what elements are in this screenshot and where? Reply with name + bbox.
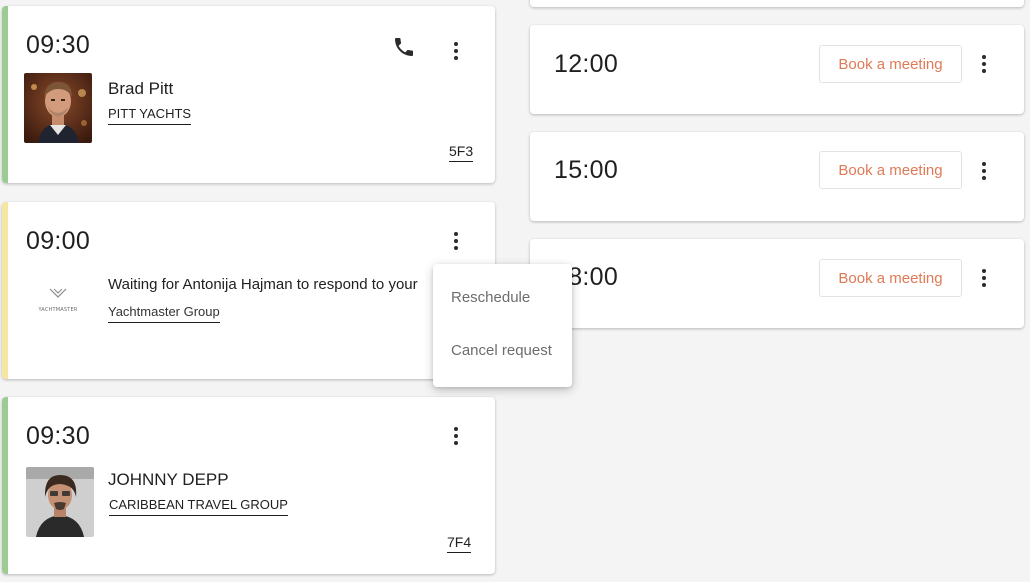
time-slot-card: 15:00 Book a meeting <box>530 132 1024 221</box>
context-menu: Reschedule Cancel request <box>433 264 572 387</box>
contact-name: Brad Pitt <box>108 79 174 98</box>
meeting-card-johnny-depp[interactable]: 09:30 JOHNNY DEPP CARIBBEAN TRAVEL GROUP… <box>2 397 495 574</box>
status-accent-bar <box>2 202 8 379</box>
message-suffix: to respond to your <box>292 276 418 293</box>
more-vert-icon[interactable] <box>972 52 996 76</box>
status-accent-bar <box>2 6 8 183</box>
message-person: Antonija Hajman <box>182 276 293 293</box>
contact-name: JOHNNY DEPP <box>108 470 229 489</box>
book-meeting-button[interactable]: Book a meeting <box>819 151 962 189</box>
meeting-time: 09:30 <box>26 31 91 59</box>
meeting-time: 09:00 <box>26 227 91 255</box>
slot-time: 12:00 <box>554 50 619 78</box>
company-logo: YACHTMASTER <box>32 287 84 317</box>
avatar-brad-pitt <box>24 73 92 143</box>
yacht-logo-icon <box>49 288 67 298</box>
menu-item-cancel-request[interactable]: Cancel request <box>433 330 572 370</box>
pending-message: Waiting for Antonija Hajman to respond t… <box>108 276 430 293</box>
company-link[interactable]: Yachtmaster Group <box>108 304 220 323</box>
meeting-code[interactable]: 5F3 <box>449 143 474 162</box>
more-vert-icon[interactable] <box>444 229 468 253</box>
message-prefix: Waiting for <box>108 276 183 293</box>
more-vert-icon[interactable] <box>444 424 468 448</box>
time-slot-card: 18:00 Book a meeting <box>530 239 1024 328</box>
more-vert-icon[interactable] <box>972 159 996 183</box>
time-slot-card: 12:00 Book a meeting <box>530 25 1024 114</box>
slot-time: 15:00 <box>554 156 619 184</box>
meeting-code[interactable]: 7F4 <box>447 534 472 553</box>
book-meeting-button[interactable]: Book a meeting <box>819 259 962 297</box>
meeting-time: 09:30 <box>26 422 91 450</box>
phone-icon[interactable] <box>392 35 416 59</box>
book-meeting-button[interactable]: Book a meeting <box>819 45 962 83</box>
more-vert-icon[interactable] <box>444 39 468 63</box>
logo-label: YACHTMASTER <box>38 307 78 313</box>
menu-item-reschedule[interactable]: Reschedule <box>433 277 572 317</box>
meeting-card-pending[interactable]: 09:00 YACHTMASTER Waiting for Antonija H… <box>2 202 495 379</box>
status-accent-bar <box>2 397 8 574</box>
company-link[interactable]: PITT YACHTS <box>108 106 192 125</box>
more-vert-icon[interactable] <box>972 266 996 290</box>
time-slot-card-partial <box>530 0 1024 7</box>
avatar-johnny-depp <box>26 467 94 537</box>
company-link[interactable]: CARIBBEAN TRAVEL GROUP <box>109 497 288 516</box>
meeting-card-brad-pitt[interactable]: 09:30 Brad Pitt PITT YACHTS 5F3 <box>2 6 495 183</box>
